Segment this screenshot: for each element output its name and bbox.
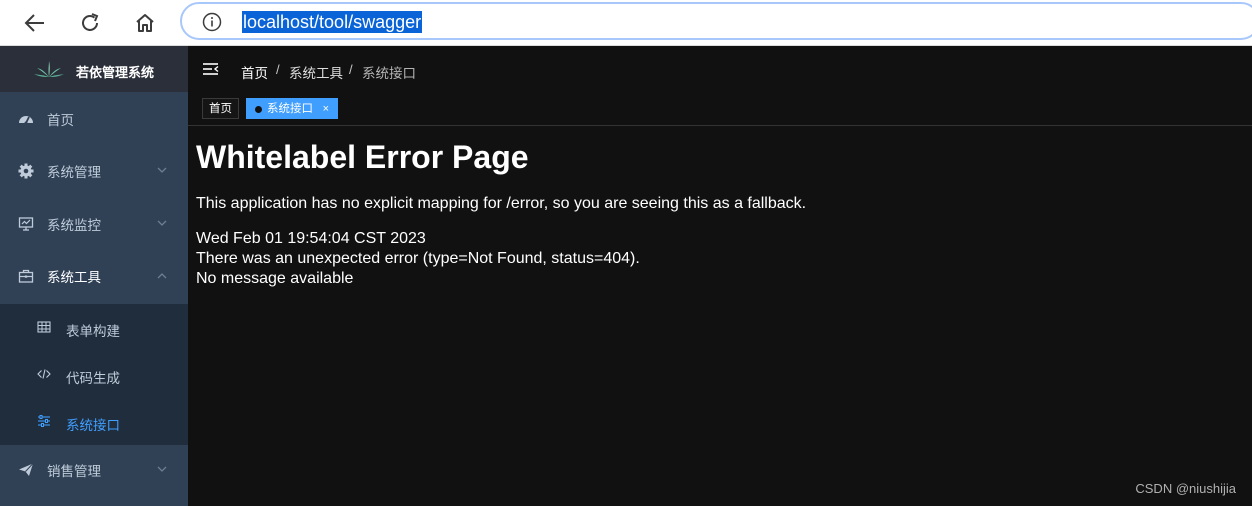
sidebar-item-code-gen[interactable]: 代码生成	[0, 351, 188, 398]
tag-swagger[interactable]: 系统接口 ×	[246, 98, 338, 119]
back-arrow-icon[interactable]	[19, 7, 51, 39]
tags-view: 首页 系统接口 ×	[188, 92, 1252, 126]
sidebar-item-label: 系统监控	[47, 218, 101, 233]
tag-label: 首页	[209, 103, 232, 115]
dashboard-icon	[19, 116, 33, 125]
watermark: CSDN @niushijia	[1135, 481, 1236, 496]
sidebar: 若依管理系统 首页 系统管理 系统监控 系统工具 表单构建 代码生成 系统接口	[0, 46, 188, 506]
chevron-down-icon	[157, 466, 167, 472]
sidebar-item-system[interactable]: 系统管理	[0, 146, 188, 196]
breadcrumb-separator: /	[276, 62, 280, 77]
tag-label: 系统接口	[267, 103, 313, 115]
monitor-icon	[18, 217, 34, 231]
breadcrumb-current: 系统接口	[362, 66, 416, 81]
grid-icon	[37, 321, 51, 333]
sidebar-item-form-builder[interactable]: 表单构建	[0, 304, 188, 351]
sidebar-item-sales[interactable]: 销售管理	[0, 445, 188, 495]
error-timestamp: Wed Feb 01 19:54:04 CST 2023	[196, 230, 426, 247]
sidebar-item-tools[interactable]: 系统工具	[0, 251, 188, 301]
chevron-down-icon	[157, 167, 167, 173]
home-icon[interactable]	[129, 7, 161, 39]
breadcrumb-tools: 系统工具	[289, 66, 343, 81]
top-navbar: 首页 / 系统工具 / 系统接口	[188, 46, 1252, 92]
address-bar[interactable]: localhost/tool/swagger	[180, 2, 1252, 40]
sidebar-item-label: 系统工具	[47, 270, 101, 285]
sidebar-subitem-label: 表单构建	[66, 324, 120, 339]
info-icon[interactable]	[202, 12, 222, 37]
error-status: There was an unexpected error (type=Not …	[196, 250, 640, 267]
tag-home[interactable]: 首页	[202, 98, 239, 119]
close-icon[interactable]: ×	[323, 99, 329, 119]
sidebar-item-label: 系统管理	[47, 165, 101, 180]
sidebar-subitem-label: 系统接口	[66, 418, 120, 433]
code-icon	[37, 369, 51, 379]
active-dot-icon	[255, 106, 262, 113]
breadcrumb-home[interactable]: 首页	[241, 62, 268, 82]
chevron-down-icon	[157, 220, 167, 226]
logo-icon	[34, 61, 64, 77]
error-detail: No message available	[196, 270, 354, 287]
menu-fold-icon[interactable]	[202, 61, 220, 77]
logo-area[interactable]: 若依管理系统	[0, 46, 188, 92]
chevron-up-icon	[157, 273, 167, 279]
gear-icon	[18, 163, 34, 179]
sidebar-item-label: 销售管理	[47, 464, 101, 479]
sidebar-subitem-label: 代码生成	[66, 371, 120, 386]
reload-icon[interactable]	[74, 7, 106, 39]
toolbox-icon	[18, 269, 34, 283]
browser-toolbar: localhost/tool/swagger	[0, 0, 1252, 46]
tools-submenu: 表单构建 代码生成 系统接口	[0, 304, 188, 445]
error-message: This application has no explicit mapping…	[196, 195, 807, 212]
sidebar-item-monitor[interactable]: 系统监控	[0, 199, 188, 249]
breadcrumb-separator: /	[349, 62, 353, 77]
logo-title: 若依管理系统	[76, 65, 155, 80]
sidebar-item-label: 首页	[47, 113, 74, 128]
url-text[interactable]: localhost/tool/swagger	[242, 11, 423, 33]
sidebar-item-home[interactable]: 首页	[0, 94, 188, 144]
send-icon	[19, 463, 34, 476]
sidebar-item-swagger[interactable]: 系统接口	[0, 398, 188, 445]
error-title: Whitelabel Error Page	[196, 139, 529, 175]
sliders-icon	[38, 415, 50, 427]
